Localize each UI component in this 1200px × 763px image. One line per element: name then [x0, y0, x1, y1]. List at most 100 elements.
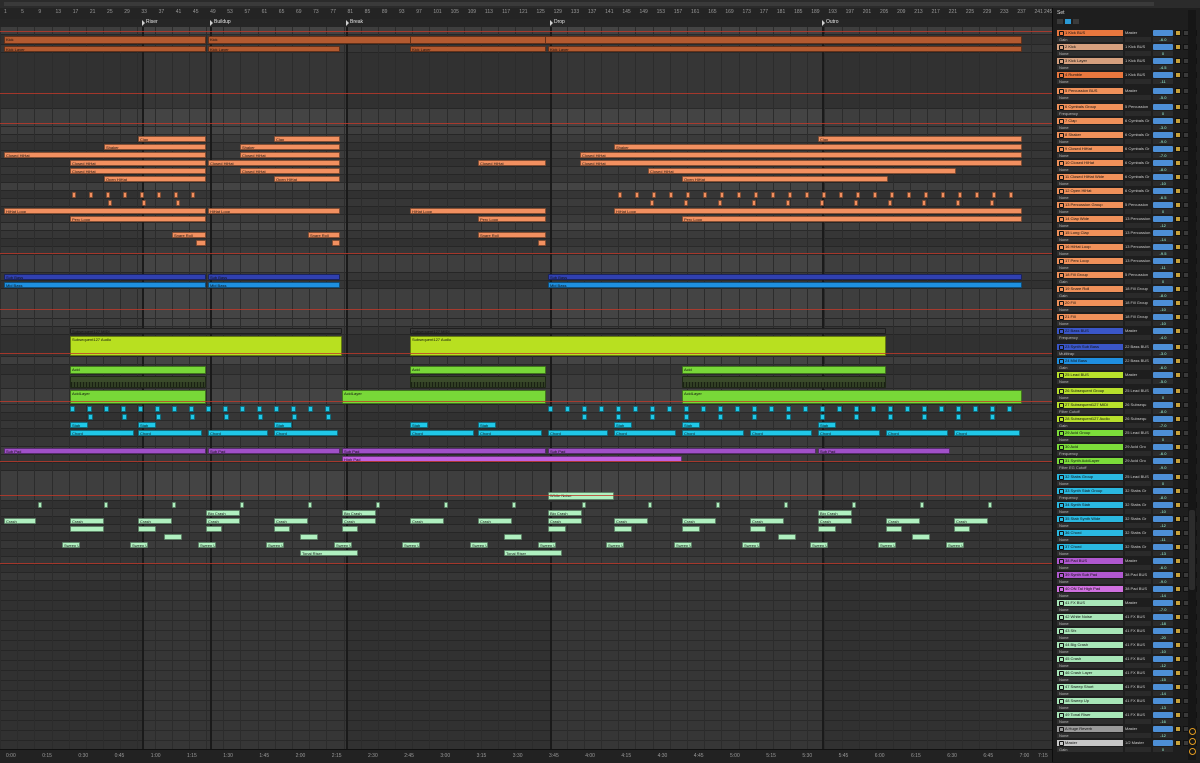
arrangement-clip[interactable]: Shaker — [240, 144, 340, 150]
input-routing[interactable] — [1125, 351, 1151, 356]
automation-line[interactable] — [0, 401, 1052, 402]
output-routing[interactable]: 13 Percussion — [1125, 216, 1151, 222]
arrangement-clip[interactable] — [138, 406, 143, 412]
volume-value[interactable]: -12 — [1153, 523, 1173, 528]
automation-chooser[interactable]: None — [1057, 125, 1123, 130]
mute-button[interactable] — [1175, 202, 1181, 208]
arrangement-clip[interactable] — [257, 406, 262, 412]
arrangement-clip[interactable] — [907, 192, 911, 198]
arrangement-clip[interactable] — [652, 192, 656, 198]
track-header[interactable]: 36 Chord None 32 Stabs Gr -11 — [1057, 530, 1197, 544]
mute-button[interactable] — [1175, 286, 1181, 292]
arrangement-clip[interactable] — [920, 502, 924, 508]
arrangement-clip[interactable]: Perc Loop — [682, 216, 1022, 222]
mute-button[interactable] — [1175, 88, 1181, 94]
arrangement-clip[interactable]: HiHat Loop — [208, 208, 340, 214]
mute-button[interactable] — [1175, 230, 1181, 236]
input-routing[interactable] — [1125, 335, 1151, 340]
mute-button[interactable] — [1175, 516, 1181, 522]
automation-line[interactable] — [0, 123, 1052, 124]
output-routing[interactable]: Master — [1125, 88, 1151, 94]
clip-ring-icon[interactable] — [1189, 728, 1196, 735]
arrangement-clip[interactable] — [718, 406, 723, 412]
track-name[interactable]: Master — [1057, 740, 1123, 746]
automation-chooser[interactable]: None — [1057, 523, 1123, 528]
arrangement-clip[interactable] — [716, 502, 720, 508]
arrangement-clip[interactable]: Crash — [886, 518, 920, 524]
track-header[interactable]: 12 Open HiHat None 6 Cymbals Gr -6.5 — [1057, 188, 1197, 202]
arrangement-clip[interactable] — [548, 526, 566, 532]
arrangement-clip[interactable] — [684, 200, 688, 206]
track-name[interactable]: 38 Pad BUS — [1057, 558, 1123, 564]
arrangement-clip[interactable] — [326, 414, 331, 420]
track-header[interactable]: 35 Stab Synth Wide None 32 Stabs Gr -12 — [1057, 516, 1197, 530]
volume-value[interactable]: -14 — [1153, 691, 1173, 696]
arrangement-clip[interactable] — [682, 376, 886, 388]
volume-slider[interactable] — [1153, 516, 1173, 522]
mute-button[interactable] — [1175, 216, 1181, 222]
track-name[interactable]: 16 HiHat Loop — [1057, 244, 1123, 250]
track-name[interactable]: 28 Subsequent127 Audio — [1057, 416, 1123, 422]
arrangement-clip[interactable] — [992, 192, 996, 198]
output-routing[interactable]: Master — [1125, 600, 1151, 606]
volume-slider[interactable] — [1153, 328, 1173, 334]
output-routing[interactable]: 41 FX BUS — [1125, 712, 1151, 718]
volume-slider[interactable] — [1153, 558, 1173, 564]
mute-button[interactable] — [1175, 444, 1181, 450]
track-header[interactable]: 9 Closed HiHat None 6 Cymbals Gr -7.0 — [1057, 146, 1197, 160]
arrangement-clip[interactable] — [224, 414, 229, 420]
volume-value[interactable]: -14 — [1153, 593, 1173, 598]
arrangement-clip[interactable] — [70, 526, 104, 532]
arrangement-clip[interactable] — [172, 406, 177, 412]
automation-chooser[interactable]: Filter Cutoff — [1057, 409, 1123, 414]
track-header[interactable]: 11 Closed HiHat Wide None 6 Cymbals Gr -10 — [1057, 174, 1197, 188]
automation-chooser[interactable]: None — [1057, 195, 1123, 200]
track-header[interactable]: 49 Tonal Riser None 41 FX BUS -16 — [1057, 712, 1197, 726]
arrangement-clip[interactable]: Perc Loop — [478, 216, 546, 222]
output-routing[interactable]: Master — [1125, 726, 1151, 732]
mute-button[interactable] — [1175, 572, 1181, 578]
arrangement-clip[interactable]: Kick — [4, 36, 206, 44]
track-name[interactable]: 14 Clap Wide — [1057, 216, 1123, 222]
mute-button[interactable] — [1175, 402, 1181, 408]
arrangement-clip[interactable]: Chord — [70, 430, 134, 436]
track-header[interactable]: 18 Fill Group Gain 5 Percussion 0 — [1057, 272, 1197, 286]
arrangement-clip[interactable] — [512, 502, 516, 508]
track-name[interactable]: 33 Synth Stab Group — [1057, 488, 1123, 494]
arrangement-clip[interactable] — [752, 406, 757, 412]
track-name[interactable]: 22 Bass BUS — [1057, 328, 1123, 334]
arrangement-clip[interactable] — [106, 192, 110, 198]
track-header[interactable]: 16 HiHat Loop None 13 Percussion -9.5 — [1057, 244, 1197, 258]
arrangement-clip[interactable] — [803, 406, 808, 412]
output-routing[interactable]: 26 Subsequ — [1125, 402, 1151, 408]
arrangement-clip[interactable] — [190, 414, 195, 420]
volume-slider[interactable] — [1153, 258, 1173, 264]
volume-slider[interactable] — [1153, 230, 1173, 236]
output-routing[interactable]: 1 Kick BUS — [1125, 58, 1151, 64]
arrangement-clip[interactable]: Open HiHat — [274, 176, 340, 182]
arrangement-clip[interactable]: Crash — [274, 518, 308, 524]
arrangement-clip[interactable] — [164, 534, 182, 540]
input-routing[interactable] — [1125, 79, 1151, 84]
arrangement-clip[interactable] — [108, 200, 112, 206]
volume-slider[interactable] — [1153, 544, 1173, 550]
arrangement-clip[interactable] — [142, 200, 146, 206]
arrangement-clip[interactable]: Kick Layer — [548, 46, 1022, 52]
arrangement-clip[interactable] — [616, 414, 621, 420]
arrangement-clip[interactable] — [922, 406, 927, 412]
automation-chooser[interactable]: None — [1057, 565, 1123, 570]
arrangement-clip[interactable]: Sweep Up — [810, 542, 828, 548]
arrangement-clip[interactable] — [223, 406, 228, 412]
arrangement-clip[interactable]: Chord — [548, 430, 608, 436]
arrangement-clip[interactable] — [72, 192, 76, 198]
volume-value[interactable]: -9.0 — [1153, 139, 1173, 144]
arrangement-clip[interactable] — [905, 406, 910, 412]
volume-value[interactable]: -14 — [1153, 237, 1173, 242]
output-routing[interactable]: 5 Percussion — [1125, 104, 1151, 110]
volume-value[interactable]: -5.0 — [1153, 379, 1173, 384]
mute-button[interactable] — [1175, 684, 1181, 690]
volume-value[interactable]: -9.0 — [1153, 579, 1173, 584]
arrangement-clip[interactable]: Chord — [208, 430, 268, 436]
track-name[interactable]: 30 Acid — [1057, 444, 1123, 450]
input-routing[interactable] — [1125, 437, 1151, 442]
